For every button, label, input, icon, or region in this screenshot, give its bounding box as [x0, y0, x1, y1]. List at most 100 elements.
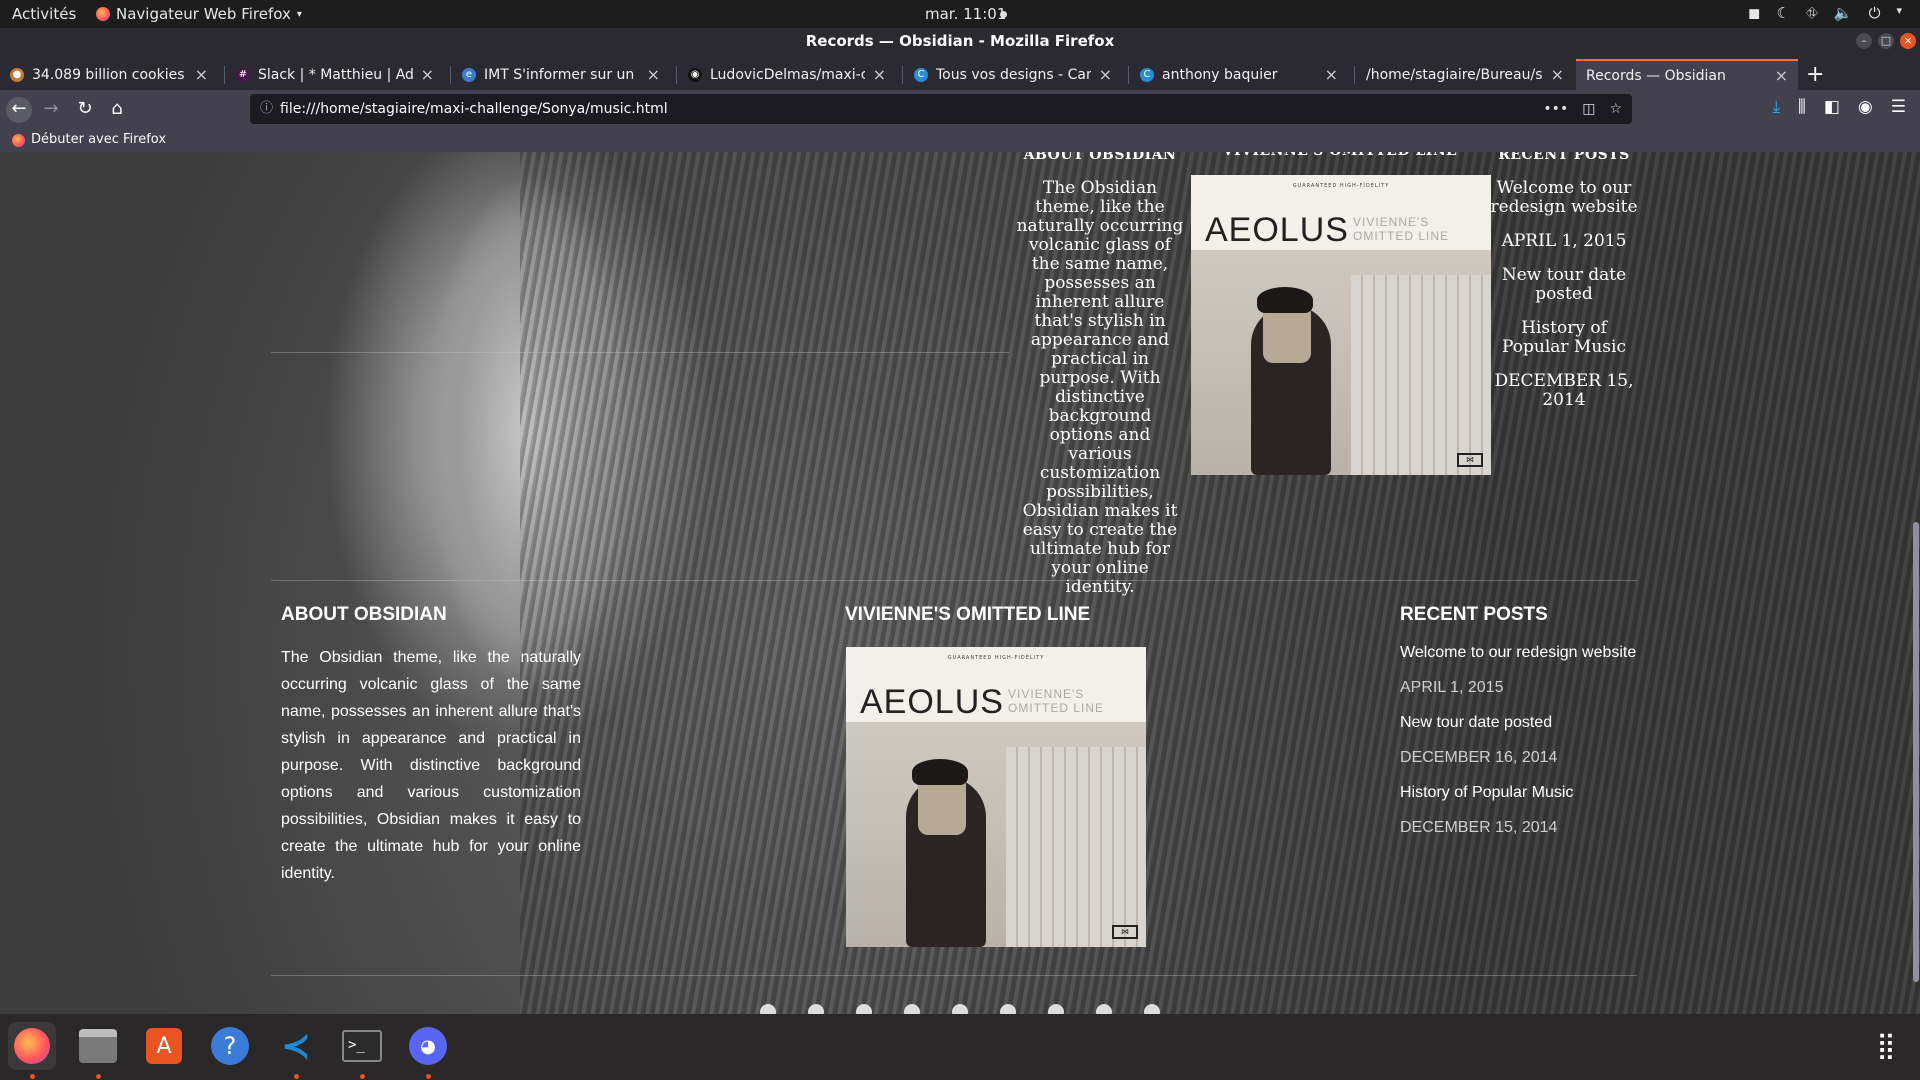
- social-icon[interactable]: [1048, 1004, 1064, 1014]
- power-icon[interactable]: ⏻: [1869, 4, 1881, 22]
- new-tab-icon[interactable]: +: [1806, 62, 1824, 87]
- album-heading: VIVIENNE'S OMITTED LINE: [845, 604, 1091, 625]
- navigation-bar: ← → ↻ ⌂ ⓘ file:///home/stagiaire/maxi-ch…: [0, 90, 1920, 128]
- tab-separator: [1354, 66, 1355, 84]
- post-link[interactable]: Welcome to our redesign website: [1400, 644, 1650, 662]
- tab-separator: [902, 66, 903, 84]
- tab-anthony[interactable]: C anthony baquier ×: [1130, 59, 1348, 90]
- forward-icon[interactable]: →: [38, 97, 64, 123]
- cover-title: AEOLUS: [1205, 211, 1349, 249]
- firefox-icon[interactable]: [8, 1022, 56, 1070]
- tab-canva-designs[interactable]: C Tous vos designs - Canva ×: [904, 59, 1122, 90]
- close-icon[interactable]: ×: [195, 65, 208, 84]
- pocket-icon[interactable]: ◫: [1582, 94, 1595, 124]
- social-icon[interactable]: [1096, 1004, 1112, 1014]
- post-date: DECEMBER 15, 2014: [1400, 819, 1558, 836]
- url-text[interactable]: file:///home/stagiaire/maxi-challenge/So…: [280, 94, 668, 124]
- tab-separator: [676, 66, 677, 84]
- terminal-icon[interactable]: >_: [338, 1022, 386, 1070]
- post-link[interactable]: History of Popular Music: [1400, 784, 1650, 802]
- system-tray[interactable]: ◼ ☾ ⛗ 🔈 ⏻ ▾: [1748, 4, 1902, 22]
- firefox-small-icon: [96, 7, 110, 21]
- cover-subtitle: VIVIENNE'S OMITTED LINE: [1008, 687, 1105, 715]
- discord-icon[interactable]: ◕: [404, 1022, 452, 1070]
- old-about-text: The Obsidian theme, like the naturally o…: [1016, 178, 1184, 597]
- canva-icon: C: [1140, 67, 1154, 82]
- close-icon[interactable]: ×: [1551, 65, 1564, 84]
- social-icon[interactable]: [1000, 1004, 1016, 1014]
- bookmark-star-icon[interactable]: ☆: [1609, 94, 1622, 124]
- tab-bar: ● 34.089 billion cookies - C × # Slack |…: [0, 56, 1920, 90]
- window-title-bar: Records — Obsidian - Mozilla Firefox – □…: [0, 28, 1920, 56]
- app-menu-label: Navigateur Web Firefox: [116, 5, 291, 23]
- social-icon[interactable]: [856, 1004, 872, 1014]
- tab-records-obsidian[interactable]: Records — Obsidian ×: [1576, 59, 1798, 90]
- show-apps-icon[interactable]: ⣿: [1862, 1022, 1910, 1070]
- scrollbar-thumb[interactable]: [1913, 522, 1919, 982]
- album-cover[interactable]: GUARANTEED HIGH-FIDELITY AEOLUS VIVIENNE…: [846, 647, 1146, 947]
- chevron-down-icon[interactable]: ▾: [1896, 4, 1902, 22]
- volume-icon[interactable]: 🔈: [1834, 4, 1853, 22]
- minimize-icon[interactable]: –: [1856, 33, 1872, 49]
- close-icon[interactable]: ×: [647, 65, 660, 84]
- sidebar-icon[interactable]: ◧: [1824, 97, 1840, 117]
- close-icon[interactable]: ×: [1099, 65, 1112, 84]
- tab-separator: [1128, 66, 1129, 84]
- close-icon[interactable]: ×: [873, 65, 886, 84]
- social-icon[interactable]: [952, 1004, 968, 1014]
- url-bar[interactable]: ⓘ file:///home/stagiaire/maxi-challenge/…: [250, 94, 1632, 124]
- old-post-title[interactable]: History of Popular Music: [1486, 319, 1642, 357]
- close-icon[interactable]: ×: [1325, 65, 1338, 84]
- night-light-icon[interactable]: ☾: [1776, 4, 1789, 22]
- divider: [271, 975, 1637, 976]
- software-icon[interactable]: A: [140, 1022, 188, 1070]
- account-icon[interactable]: ◉: [1858, 97, 1873, 117]
- tab-cookies[interactable]: ● 34.089 billion cookies - C ×: [0, 59, 218, 90]
- activities-button[interactable]: Activités: [12, 5, 76, 23]
- old-album-cover[interactable]: GUARANTEED HIGH-FIDELITY AEOLUS VIVIENNE…: [1191, 175, 1491, 475]
- social-icon[interactable]: [1144, 1004, 1160, 1014]
- social-icon[interactable]: [760, 1004, 776, 1014]
- tab-github[interactable]: ◉ LudovicDelmas/maxi-cha ×: [678, 59, 896, 90]
- maximize-icon[interactable]: □: [1878, 33, 1894, 49]
- library-icon[interactable]: ⫼: [1798, 97, 1806, 117]
- help-icon[interactable]: ?: [206, 1022, 254, 1070]
- cover-wall: [1351, 275, 1491, 475]
- clock[interactable]: mar. 11:01: [925, 5, 1006, 23]
- menu-icon[interactable]: ☰: [1891, 97, 1906, 117]
- system-top-bar: Activités Navigateur Web Firefox ▾ mar. …: [0, 0, 1920, 28]
- back-icon[interactable]: ←: [6, 97, 32, 123]
- discord-tray-icon[interactable]: ◼: [1748, 4, 1760, 22]
- social-icon[interactable]: [904, 1004, 920, 1014]
- files-icon[interactable]: [74, 1022, 122, 1070]
- page-scrollbar[interactable]: [1912, 152, 1920, 1014]
- tab-slack[interactable]: # Slack | * Matthieu | Adrar ×: [226, 59, 444, 90]
- old-post-title[interactable]: Welcome to our redesign website: [1486, 179, 1642, 217]
- github-icon: ◉: [688, 67, 702, 82]
- toolbar-right: ⤓ ⫼ ◧ ◉ ☰: [1773, 97, 1907, 117]
- info-icon[interactable]: ⓘ: [260, 94, 273, 124]
- downloads-icon[interactable]: ⤓: [1773, 97, 1781, 117]
- tab-separator: [224, 66, 225, 84]
- close-icon[interactable]: ×: [421, 65, 434, 84]
- record-label-logo: ⋈: [1457, 453, 1483, 467]
- vscode-icon[interactable]: ≺: [272, 1022, 320, 1070]
- about-text: The Obsidian theme, like the naturally o…: [281, 649, 581, 882]
- page-actions-icon[interactable]: •••: [1543, 94, 1568, 124]
- social-icon[interactable]: [808, 1004, 824, 1014]
- cover-tag: GUARANTEED HIGH-FIDELITY: [1292, 183, 1390, 189]
- old-post-title[interactable]: New tour date posted: [1486, 266, 1642, 304]
- reload-icon[interactable]: ↻: [72, 97, 98, 123]
- close-window-icon[interactable]: ×: [1900, 33, 1916, 49]
- cookie-icon: ●: [10, 67, 24, 82]
- post-link[interactable]: New tour date posted: [1400, 714, 1650, 732]
- app-menu[interactable]: Navigateur Web Firefox ▾: [96, 5, 302, 23]
- tab-imt[interactable]: e IMT S'informer sur un m ×: [452, 59, 670, 90]
- network-icon[interactable]: ⛗: [1806, 4, 1818, 22]
- notification-dot-icon: [1000, 11, 1007, 18]
- bookmark-getting-started[interactable]: Débuter avec Firefox: [31, 129, 166, 151]
- home-icon[interactable]: ⌂: [104, 97, 130, 123]
- divider: [271, 352, 1009, 353]
- tab-file[interactable]: /home/stagiaire/Bureau/sit ×: [1356, 59, 1574, 90]
- close-icon[interactable]: ×: [1775, 66, 1788, 85]
